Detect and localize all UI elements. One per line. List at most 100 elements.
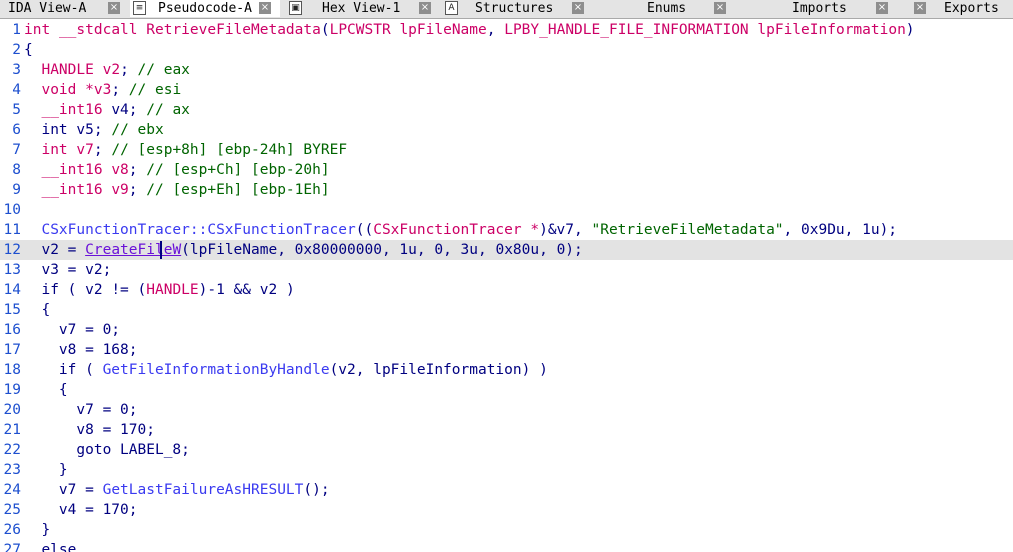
- tab-label: Pseudocode-A: [158, 1, 252, 16]
- code-text: v3 = v2;: [41, 262, 112, 278]
- line-number: 15: [3, 302, 21, 318]
- code-text: if ( v2 != (HANDLE)-1 && v2 ): [41, 282, 295, 298]
- code-line-1[interactable]: 1 int __stdcall RetrieveFileMetadata(LPCW…: [0, 20, 1013, 40]
- line-number: 14: [3, 282, 21, 298]
- close-icon[interactable]: ×: [419, 2, 431, 14]
- line-number: 19: [3, 382, 21, 398]
- line-number: 20: [3, 402, 21, 418]
- line-number: 12: [3, 242, 21, 258]
- code-line-12[interactable]: 12 v2 = CreateFileW(lpFileName, 0x800000…: [0, 240, 1013, 260]
- line-number: 21: [3, 422, 21, 438]
- code-line-9[interactable]: 9 __int16 v9; // [esp+Eh] [ebp-1Eh]: [0, 180, 1013, 200]
- line-number: 18: [3, 362, 21, 378]
- code-line-4[interactable]: 4 void *v3; // esi: [0, 80, 1013, 100]
- code-text: int v7; // [esp+8h] [ebp-24h] BYREF: [41, 142, 348, 158]
- tab-label: Exports: [944, 1, 999, 16]
- code-text: __int16 v8; // [esp+Ch] [ebp-20h]: [41, 162, 330, 178]
- line-number: 10: [3, 202, 21, 218]
- code-text: goto LABEL_8;: [76, 442, 190, 458]
- line-number: 24: [3, 482, 21, 498]
- code-line-15[interactable]: 15 {: [0, 300, 1013, 320]
- close-icon[interactable]: ×: [572, 2, 584, 14]
- close-icon[interactable]: ×: [876, 2, 888, 14]
- code-text: int v5; // ebx: [41, 122, 164, 138]
- tab-label: Hex View-1: [322, 1, 401, 16]
- line-number: 9: [12, 182, 21, 198]
- tab-structures[interactable]: A Structures ×: [442, 0, 588, 17]
- code-line-10[interactable]: 10: [0, 200, 1013, 220]
- pseudocode-view[interactable]: 1 int __stdcall RetrieveFileMetadata(LPCW…: [0, 19, 1013, 552]
- code-line-11[interactable]: 11 CSxFunctionTracer::CSxFunctionTracer(…: [0, 220, 1013, 240]
- tab-pseudocode-a[interactable]: ≡ Pseudocode-A ×: [130, 0, 280, 17]
- code-text: }: [41, 522, 51, 538]
- line-number: 22: [3, 442, 21, 458]
- tab-label: IDA View-A: [8, 1, 87, 16]
- tab-enums[interactable]: Enums ×: [596, 0, 730, 17]
- line-number: 16: [3, 322, 21, 338]
- code-line-21[interactable]: 21 v8 = 170;: [0, 420, 1013, 440]
- code-line-20[interactable]: 20 v7 = 0;: [0, 400, 1013, 420]
- code-line-2[interactable]: 2{: [0, 40, 1013, 60]
- close-icon[interactable]: ×: [914, 2, 926, 14]
- code-line-25[interactable]: 25 v4 = 170;: [0, 500, 1013, 520]
- code-text: __int16 v4; // ax: [41, 102, 190, 118]
- code-text: v4 = 170;: [58, 502, 138, 518]
- code-line-19[interactable]: 19 {: [0, 380, 1013, 400]
- tab-bar: IDA View-A × ≡ Pseudocode-A × ▣ Hex View…: [0, 0, 1013, 19]
- code-line-27[interactable]: 27 else: [0, 540, 1013, 552]
- structures-icon: A: [445, 1, 458, 15]
- pseudocode-icon: ≡: [133, 1, 146, 15]
- line-number: 3: [12, 62, 21, 78]
- code-line-13[interactable]: 13 v3 = v2;: [0, 260, 1013, 280]
- line-number: 11: [3, 222, 21, 238]
- line-number: 4: [12, 82, 21, 98]
- code-line-5[interactable]: 5 __int16 v4; // ax: [0, 100, 1013, 120]
- code-text: {: [58, 382, 68, 398]
- line-number: 23: [3, 462, 21, 478]
- line-number: 2: [12, 42, 21, 58]
- code-line-16[interactable]: 16 v7 = 0;: [0, 320, 1013, 340]
- code-text: }: [58, 462, 68, 478]
- code-text: v7 = GetLastFailureAsHRESULT();: [58, 482, 330, 498]
- tab-ida-view-a[interactable]: IDA View-A ×: [0, 0, 128, 17]
- code-text: if ( GetFileInformationByHandle(v2, lpFi…: [58, 362, 548, 378]
- code-line-17[interactable]: 17 v8 = 168;: [0, 340, 1013, 360]
- code-text: v8 = 168;: [58, 342, 138, 358]
- tab-imports[interactable]: Imports ×: [742, 0, 888, 17]
- code-line-18[interactable]: 18 if ( GetFileInformationByHandle(v2, l…: [0, 360, 1013, 380]
- code-text: v7 = 0;: [58, 322, 121, 338]
- tab-label: Enums: [647, 1, 687, 16]
- code-line-22[interactable]: 22 goto LABEL_8;: [0, 440, 1013, 460]
- code-text: {: [41, 302, 51, 318]
- text-cursor: [160, 241, 162, 259]
- code-text: v8 = 170;: [76, 422, 155, 438]
- code-line-3[interactable]: 3 HANDLE v2; // eax: [0, 60, 1013, 80]
- line-number: 1: [12, 22, 21, 38]
- code-text: void *v3; // esi: [41, 82, 182, 98]
- code-line-7[interactable]: 7 int v7; // [esp+8h] [ebp-24h] BYREF: [0, 140, 1013, 160]
- close-icon[interactable]: ×: [714, 2, 726, 14]
- code-line-6[interactable]: 6 int v5; // ebx: [0, 120, 1013, 140]
- code-line-23[interactable]: 23 }: [0, 460, 1013, 480]
- code-text: CSxFunctionTracer::CSxFunctionTracer((CS…: [41, 222, 898, 238]
- tab-label: Structures: [475, 1, 554, 16]
- line-number: 13: [3, 262, 21, 278]
- code-text: __int16 v9; // [esp+Eh] [ebp-1Eh]: [41, 182, 330, 198]
- tab-hex-view-1[interactable]: ▣ Hex View-1 ×: [286, 0, 436, 17]
- tab-exports[interactable]: × Exports: [898, 0, 1013, 17]
- code-line-8[interactable]: 8 __int16 v8; // [esp+Ch] [ebp-20h]: [0, 160, 1013, 180]
- code-line-24[interactable]: 24 v7 = GetLastFailureAsHRESULT();: [0, 480, 1013, 500]
- line-number: 5: [12, 102, 21, 118]
- line-number: 8: [12, 162, 21, 178]
- line-number: 6: [12, 122, 21, 138]
- line-number: 25: [3, 502, 21, 518]
- code-line-26[interactable]: 26 }: [0, 520, 1013, 540]
- line-number: 17: [3, 342, 21, 358]
- close-icon[interactable]: ×: [259, 2, 271, 14]
- code-text: {: [24, 42, 33, 58]
- line-number: 27: [3, 542, 21, 552]
- close-icon[interactable]: ×: [108, 2, 120, 14]
- code-line-14[interactable]: 14 if ( v2 != (HANDLE)-1 && v2 ): [0, 280, 1013, 300]
- tab-label: Imports: [792, 1, 847, 16]
- code-text: int __stdcall RetrieveFileMetadata(LPCWS…: [24, 22, 915, 38]
